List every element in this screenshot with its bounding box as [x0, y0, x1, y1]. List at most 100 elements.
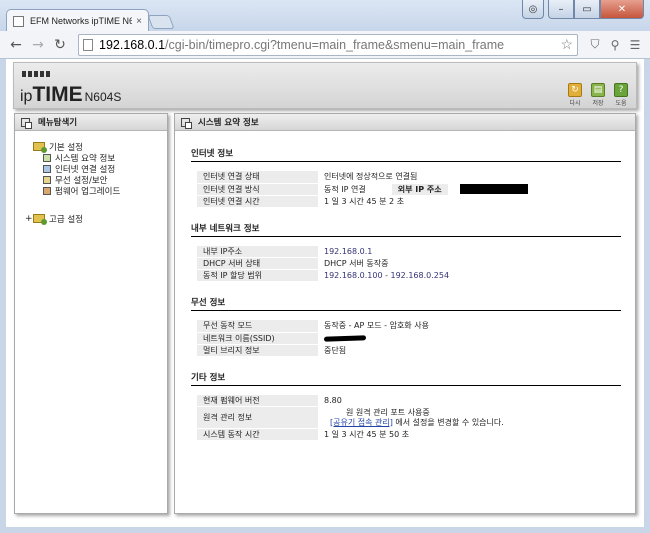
wireless-table: 무선 동작 모드 동작중 - AP 모드 - 암호화 사용 네트워크 이름(SS…: [197, 320, 615, 357]
firmware-version-label: 현재 펌웨어 버전: [197, 394, 318, 407]
save-tool-label: 저장: [592, 100, 604, 107]
wireless-mode-value: 동작중 - AP 모드 - 암호화 사용: [318, 320, 615, 333]
ssid-redacted: [323, 334, 367, 342]
menu-tree: 기본 설정 시스템 요약 정보 인터넷 연결 설정 무선 설정/보안 펌웨어 업…: [15, 131, 167, 225]
minimize-button[interactable]: –: [548, 0, 574, 19]
user-profile-button[interactable]: ◎: [522, 0, 544, 19]
internet-method-cell: 동적 IP 연결 외부 IP 주소: [318, 183, 615, 196]
lan-table: 내부 IP주소 192.168.0.1 DHCP 서버 상태 DHCP 서버 동…: [197, 245, 615, 282]
expand-plus-icon[interactable]: +: [25, 214, 33, 224]
external-ip-redacted: [459, 184, 528, 194]
internet-section: 인터넷 정보 인터넷 연결 상태 인터넷에 정상적으로 연결됨 인터넷 연결 방…: [175, 147, 635, 208]
table-row: 내부 IP주소 192.168.0.1: [197, 245, 615, 258]
tree-item-internet-setup[interactable]: 인터넷 연결 설정: [25, 163, 167, 175]
firmware-version-value: 8.80: [318, 394, 615, 407]
tree-item-system-summary[interactable]: 시스템 요약 정보: [25, 152, 167, 164]
bookmark-star-icon[interactable]: ☆: [560, 36, 573, 53]
panel-window-icon: [21, 117, 32, 129]
remote-mgmt-label: 원격 관리 정보: [197, 406, 318, 429]
remote-mgmt-value: 원 원격 관리 포트 사용중: [346, 407, 430, 417]
wireless-mode-label: 무선 동작 모드: [197, 320, 318, 333]
external-ip-label: 외부 IP 주소: [391, 183, 448, 195]
panel-window-icon: [181, 117, 192, 129]
tab-close-icon[interactable]: ×: [136, 16, 142, 27]
url-host: 192.168.0.1: [99, 37, 166, 52]
help-tool-button[interactable]: ? 도움: [612, 83, 630, 107]
header-tools: ↻ 다시 ▤ 저장 ? 도움: [566, 83, 630, 107]
dhcp-range-label: 동적 IP 할당 범위: [197, 269, 318, 282]
search-extension-icon[interactable]: ⚲: [606, 36, 624, 54]
forward-button[interactable]: →: [28, 35, 48, 55]
dhcp-status-label: DHCP 서버 상태: [197, 257, 318, 270]
refresh-tool-label: 다시: [569, 100, 581, 107]
remote-mgmt-suffix: 에서 설정을 변경할 수 있습니다.: [392, 417, 504, 427]
refresh-tool-button[interactable]: ↻ 다시: [566, 83, 584, 107]
tree-group-basic[interactable]: 기본 설정: [25, 141, 167, 153]
lan-ip-value: 192.168.0.1: [318, 245, 615, 258]
wireless-section: 무선 정보 무선 동작 모드 동작중 - AP 모드 - 암호화 사용 네트워크…: [175, 296, 635, 357]
close-window-button[interactable]: ✕: [600, 0, 644, 19]
internet-status-value: 인터넷에 정상적으로 연결됨: [318, 171, 615, 184]
tree-item-wireless-security[interactable]: 무선 설정/보안: [25, 174, 167, 186]
bridge-label: 멀티 브리지 정보: [197, 344, 318, 357]
internet-method-label: 인터넷 연결 방식: [197, 183, 318, 196]
other-table: 현재 펌웨어 버전 8.80 원격 관리 정보 원 원격 관리 포트 사용중 […: [197, 394, 615, 441]
table-row: 인터넷 연결 방식 동적 IP 연결 외부 IP 주소: [197, 183, 615, 196]
menu-explorer-panel: 메뉴탐색기 기본 설정 시스템 요약 정보 인터넷 연결 설정 무선 설정/보안: [14, 113, 168, 514]
tree-group-advanced-label: 고급 설정: [49, 214, 83, 225]
dhcp-status-value: DHCP 서버 동작중: [318, 257, 615, 270]
address-bar[interactable]: 192.168.0.1/cgi-bin/timepro.cgi?tmenu=ma…: [78, 33, 578, 56]
table-row: 무선 동작 모드 동작중 - AP 모드 - 암호화 사용: [197, 320, 615, 333]
page-favicon-icon: [13, 15, 24, 27]
uptime-label: 시스템 동작 시간: [197, 428, 318, 441]
save-icon: ▤: [591, 83, 605, 97]
reload-button[interactable]: ↻: [50, 35, 70, 55]
browser-tab[interactable]: EFM Networks ipTIME N6 ×: [6, 9, 149, 32]
save-tool-button[interactable]: ▤ 저장: [589, 83, 607, 107]
table-row: 네트워크 이름(SSID): [197, 332, 615, 345]
maximize-button[interactable]: ▭: [574, 0, 600, 19]
window-titlebar: EFM Networks ipTIME N6 × ◎ – ▭ ✕: [0, 0, 650, 32]
table-row: 인터넷 연결 상태 인터넷에 정상적으로 연결됨: [197, 171, 615, 184]
tree-item-label: 펌웨어 업그레이드: [55, 186, 121, 197]
table-row: 원격 관리 정보 원 원격 관리 포트 사용중 [공유기 접속 관리] 에서 설…: [197, 406, 615, 429]
remote-mgmt-link[interactable]: [공유기 접속 관리]: [330, 418, 393, 427]
internet-time-value: 1 일 3 시간 45 분 2 초: [318, 195, 615, 208]
table-row: 멀티 브리지 정보 중단됨: [197, 344, 615, 357]
table-row: 동적 IP 할당 범위 192.168.0.100 - 192.168.0.25…: [197, 269, 615, 282]
internet-time-label: 인터넷 연결 시간: [197, 195, 318, 208]
new-tab-button[interactable]: [147, 15, 175, 29]
lan-section-title: 내부 네트워크 정보: [191, 222, 621, 237]
dhcp-range-value: 192.168.0.100 - 192.168.0.254: [318, 269, 615, 282]
menu-explorer-header: 메뉴탐색기: [15, 114, 167, 131]
firmware-icon: [43, 186, 51, 195]
other-section-title: 기타 정보: [191, 371, 621, 386]
wireless-icon: [43, 175, 51, 184]
uptime-value: 1 일 3 시간 45 분 50 초: [318, 428, 615, 441]
internet-table: 인터넷 연결 상태 인터넷에 정상적으로 연결됨 인터넷 연결 방식 동적 IP…: [197, 171, 615, 208]
tab-title: EFM Networks ipTIME N6: [30, 16, 133, 26]
table-row: 시스템 동작 시간 1 일 3 시간 45 분 50 초: [197, 428, 615, 441]
table-row: 인터넷 연결 시간 1 일 3 시간 45 분 2 초: [197, 195, 615, 208]
chart-icon: [43, 153, 51, 162]
table-row: 현재 펌웨어 버전 8.80: [197, 394, 615, 407]
menu-explorer-title: 메뉴탐색기: [38, 118, 78, 128]
ssid-cell: [318, 332, 615, 345]
remote-mgmt-cell: 원 원격 관리 포트 사용중 [공유기 접속 관리] 에서 설정을 변경할 수 …: [318, 406, 615, 429]
refresh-icon: ↻: [568, 83, 582, 97]
back-button[interactable]: ←: [6, 35, 26, 55]
network-icon: [43, 164, 51, 173]
table-row: DHCP 서버 상태 DHCP 서버 동작중: [197, 257, 615, 270]
menu-icon[interactable]: ☰: [626, 36, 644, 54]
internet-section-title: 인터넷 정보: [191, 147, 621, 162]
tree-item-firmware-upgrade[interactable]: 펌웨어 업그레이드: [25, 185, 167, 197]
help-tool-label: 도움: [615, 100, 627, 107]
ssid-label: 네트워크 이름(SSID): [197, 332, 318, 345]
bridge-value: 중단됨: [318, 344, 615, 357]
internet-method-value: 동적 IP 연결: [324, 184, 366, 194]
tree-group-advanced[interactable]: + 고급 설정: [25, 213, 167, 225]
shield-extension-icon[interactable]: ⛉: [586, 36, 604, 54]
router-header: ipTIME N604S ↻ 다시 ▤ 저장 ? 도움: [13, 62, 637, 109]
lan-section: 내부 네트워크 정보 내부 IP주소 192.168.0.1 DHCP 서버 상…: [175, 222, 635, 282]
logo-ip: ip: [20, 88, 33, 105]
